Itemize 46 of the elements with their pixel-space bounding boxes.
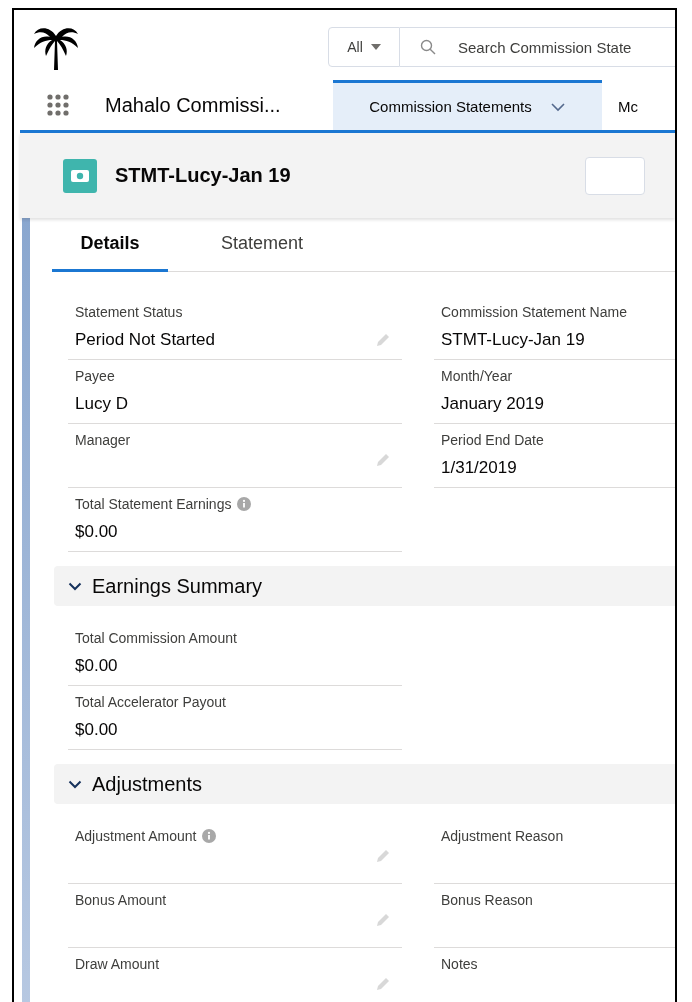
field-label: Period End Date xyxy=(441,432,544,448)
field-value: $0.00 xyxy=(75,522,118,542)
field-label: Bonus Amount xyxy=(75,892,167,908)
field-label: Total Accelerator Payout xyxy=(75,694,226,710)
field-label: Total Commission Amount xyxy=(75,630,237,646)
header-button[interactable] xyxy=(585,156,645,195)
pencil-icon[interactable] xyxy=(375,332,391,348)
field-label: Payee xyxy=(75,368,115,384)
field-label: Notes xyxy=(441,956,478,972)
field-label: Month/Year xyxy=(441,368,513,384)
pencil-icon[interactable] xyxy=(375,848,391,864)
field-value: STMT-Lucy-Jan 19 xyxy=(441,330,585,350)
field-value: January 2019 xyxy=(441,394,545,414)
field-value: Lucy D xyxy=(75,394,128,414)
field-label: Statement Status xyxy=(75,304,183,320)
field-label: Draw Amount xyxy=(75,956,160,972)
chevron-down-icon[interactable] xyxy=(68,581,82,591)
search-icon xyxy=(420,39,436,55)
app-name: Mahalo Commissi... xyxy=(105,92,282,118)
section-header[interactable]: Adjustments xyxy=(54,764,675,804)
tab[interactable]: Details xyxy=(52,218,168,272)
chevron-down-icon[interactable] xyxy=(68,779,82,789)
field-label: Adjustment Reason xyxy=(441,828,564,844)
money-icon xyxy=(63,158,97,193)
pencil-icon[interactable] xyxy=(375,976,391,992)
nav-tab[interactable]: Commission Statements xyxy=(333,80,602,130)
info-icon[interactable] xyxy=(202,829,217,843)
field-label: Commission Statement Name xyxy=(441,304,627,320)
field-label: Total Statement Earnings xyxy=(75,496,232,512)
nav-tab[interactable]: Mc xyxy=(602,80,654,130)
caret-down-icon[interactable] xyxy=(370,44,381,50)
field-value: 1/31/2019 xyxy=(441,458,517,478)
record-title: STMT-Lucy-Jan 19 xyxy=(115,164,292,187)
field-value: $0.00 xyxy=(75,720,118,740)
field-value: Period Not Started xyxy=(75,330,215,350)
search-field[interactable]: Search Commission State xyxy=(400,27,675,67)
pencil-icon[interactable] xyxy=(375,912,391,928)
field-value: $0.00 xyxy=(75,656,118,676)
tab[interactable]: Statement xyxy=(198,218,327,272)
info-icon[interactable] xyxy=(237,497,252,511)
section-header[interactable]: Earnings Summary xyxy=(54,566,675,606)
scope-dropdown[interactable]: All xyxy=(328,27,400,67)
field-label: Manager xyxy=(75,432,131,448)
pencil-icon[interactable] xyxy=(375,452,391,468)
field-label: Bonus Reason xyxy=(441,892,533,908)
field-label: Adjustment Amount xyxy=(75,828,197,844)
